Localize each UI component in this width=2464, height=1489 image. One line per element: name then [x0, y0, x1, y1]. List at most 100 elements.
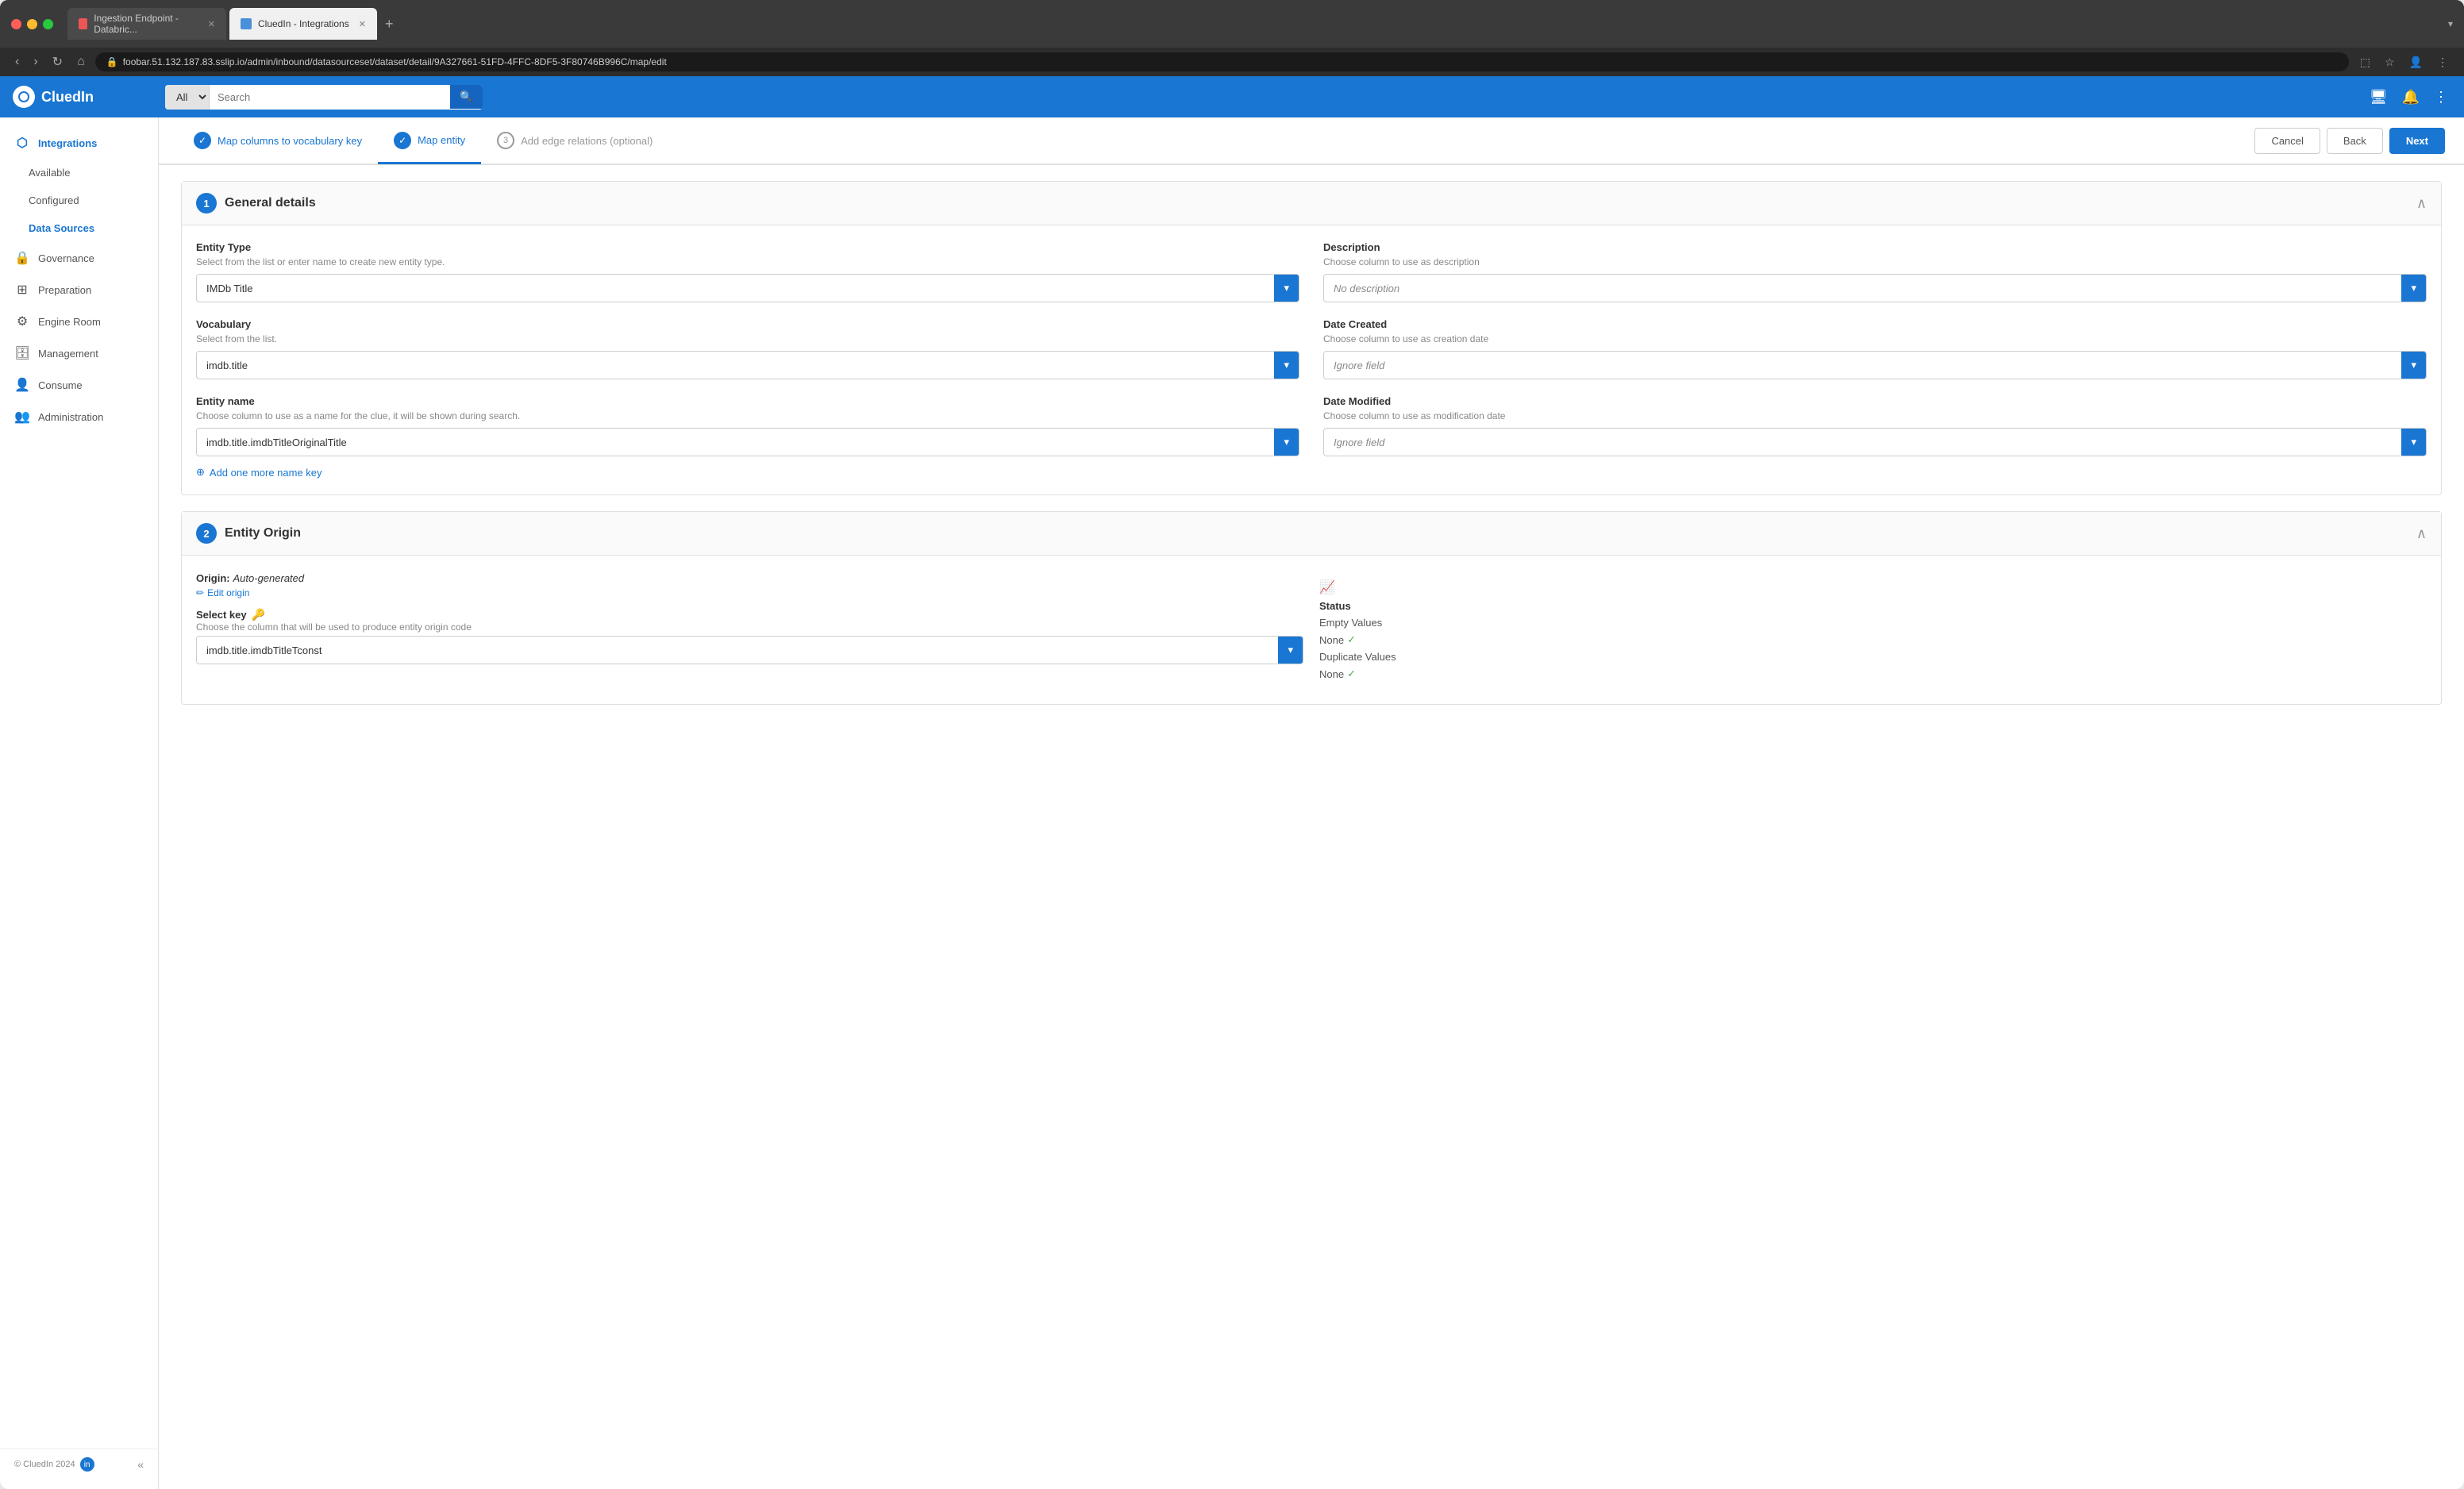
entity-type-chevron[interactable]: ▾ — [1274, 275, 1299, 302]
forward-button[interactable]: › — [29, 53, 41, 71]
date-created-hint: Choose column to use as creation date — [1323, 333, 2427, 344]
empty-values-text: None — [1319, 634, 1344, 646]
home-button[interactable]: ⌂ — [73, 53, 89, 71]
date-created-chevron[interactable]: ▾ — [2401, 352, 2426, 379]
add-icon: ⊕ — [196, 466, 205, 479]
sidebar-item-integrations[interactable]: ⬡ Integrations — [0, 127, 158, 159]
origin-right: 📈 Status Empty Values None ✓ Duplicate — [1319, 571, 2427, 688]
entity-name-select[interactable]: imdb.title.imdbTitleOriginalTitle ▾ — [196, 428, 1299, 456]
sidebar-item-preparation[interactable]: ⊞ Preparation — [0, 274, 158, 306]
back-button-wizard[interactable]: Back — [2327, 128, 2383, 154]
step-label-3: Add edge relations (optional) — [521, 135, 653, 147]
search-button[interactable]: 🔍 — [450, 85, 483, 109]
origin-grid: Origin: Auto-generated ✏ Edit origin — [196, 571, 2427, 688]
vocabulary-field: Vocabulary Select from the list. imdb.ti… — [196, 318, 1299, 379]
date-modified-select[interactable]: Ignore field ▾ — [1323, 428, 2427, 456]
url-text: foobar.51.132.187.83.sslip.io/admin/inbo… — [123, 56, 667, 67]
tab-close-2[interactable]: ✕ — [359, 19, 366, 29]
menu-button[interactable]: ⋮ — [2432, 53, 2453, 71]
select-key-chevron[interactable]: ▾ — [1278, 637, 1303, 664]
vocabulary-chevron[interactable]: ▾ — [1274, 352, 1299, 379]
profile-button[interactable]: 👤 — [2404, 53, 2427, 71]
notifications-button[interactable]: 🖥 — [2366, 86, 2391, 109]
app-wrapper: CluedIn All 🔍 🖥 🔔 ⋮ — [0, 76, 2464, 1489]
origin-label: Origin: — [196, 572, 230, 584]
wizard-steps: ✓ Map columns to vocabulary key ✓ Map en… — [159, 117, 2464, 165]
sidebar-item-label-administration: Administration — [38, 411, 103, 423]
vocabulary-hint: Select from the list. — [196, 333, 1299, 344]
section-collapse-1[interactable]: ∧ — [2416, 195, 2427, 212]
back-button[interactable]: ‹ — [11, 53, 23, 71]
entity-type-select[interactable]: IMDb Title ▾ — [196, 274, 1299, 302]
entity-name-field: Entity name Choose column to use as a na… — [196, 395, 1299, 479]
date-created-select[interactable]: Ignore field ▾ — [1323, 351, 2427, 379]
close-dot[interactable] — [11, 19, 21, 29]
management-icon: 🗄 — [14, 345, 30, 361]
sidebar-item-consume[interactable]: 👤 Consume — [0, 369, 158, 401]
edit-icon: ✏ — [196, 587, 204, 598]
general-details-body: Entity Type Select from the list or ente… — [182, 225, 2441, 494]
search-input[interactable] — [210, 86, 450, 109]
select-key-label: Select key 🔑 — [196, 608, 1303, 621]
maximize-dot[interactable] — [43, 19, 53, 29]
sidebar-item-administration[interactable]: 👥 Administration — [0, 401, 158, 433]
browser-tab-2[interactable]: CluedIn - Integrations ✕ — [229, 8, 377, 40]
sidebar-item-label-available: Available — [29, 167, 71, 179]
description-value: No description — [1324, 276, 2401, 301]
cancel-button[interactable]: Cancel — [2254, 128, 2320, 154]
wizard-actions: Cancel Back Next — [2254, 128, 2445, 154]
date-created-field: Date Created Choose column to use as cre… — [1323, 318, 2427, 379]
vocabulary-select[interactable]: imdb.title ▾ — [196, 351, 1299, 379]
entity-origin-header: 2 Entity Origin ∧ — [182, 512, 2441, 556]
extensions-button[interactable]: ⬚ — [2355, 53, 2375, 71]
sidebar-item-available[interactable]: Available — [0, 159, 158, 187]
minimize-dot[interactable] — [27, 19, 37, 29]
engine-room-icon: ⚙ — [14, 314, 30, 329]
next-button[interactable]: Next — [2389, 128, 2445, 154]
empty-values-label: Empty Values — [1319, 617, 2427, 629]
more-button[interactable]: ⋮ — [2431, 86, 2451, 109]
select-key-value: imdb.title.imdbTitleTconst — [197, 638, 1278, 663]
sidebar-item-label-data-sources: Data Sources — [29, 222, 94, 234]
sidebar-item-governance[interactable]: 🔒 Governance — [0, 242, 158, 274]
key-icon: 🔑 — [252, 608, 265, 621]
address-bar[interactable]: 🔒 foobar.51.132.187.83.sslip.io/admin/in… — [95, 52, 2349, 71]
status-panel: 📈 Status Empty Values None ✓ Duplicate — [1319, 571, 2427, 688]
sidebar-collapse-button[interactable]: « — [137, 1458, 144, 1471]
description-select[interactable]: No description ▾ — [1323, 274, 2427, 302]
date-modified-chevron[interactable]: ▾ — [2401, 429, 2426, 456]
sidebar-item-label-preparation: Preparation — [38, 284, 91, 296]
sidebar-item-data-sources[interactable]: Data Sources — [0, 214, 158, 242]
edit-origin-link[interactable]: ✏ Edit origin — [196, 587, 1303, 598]
description-chevron[interactable]: ▾ — [2401, 275, 2426, 302]
search-dropdown[interactable]: All — [165, 85, 210, 110]
reload-button[interactable]: ↻ — [48, 52, 67, 71]
origin-left: Origin: Auto-generated ✏ Edit origin — [196, 571, 1303, 688]
entity-origin-body: Origin: Auto-generated ✏ Edit origin — [182, 556, 2441, 704]
sidebar-item-engine-room[interactable]: ⚙ Engine Room — [0, 306, 158, 337]
app-topnav: CluedIn All 🔍 🖥 🔔 ⋮ — [0, 76, 2464, 117]
preparation-icon: ⊞ — [14, 282, 30, 298]
browser-tab-1[interactable]: Ingestion Endpoint - Databric... ✕ — [67, 8, 226, 40]
wizard-step-1: ✓ Map columns to vocabulary key — [178, 119, 378, 162]
activity-icon: 📈 — [1319, 579, 2427, 595]
sidebar-item-label-integrations: Integrations — [38, 137, 97, 149]
sidebar-item-management[interactable]: 🗄 Management — [0, 337, 158, 369]
step-circle-3: 3 — [497, 132, 514, 149]
section-collapse-2[interactable]: ∧ — [2416, 525, 2427, 542]
bookmark-button[interactable]: ☆ — [2380, 53, 2400, 71]
tab-close-1[interactable]: ✕ — [208, 19, 215, 29]
select-key-select[interactable]: imdb.title.imdbTitleTconst ▾ — [196, 636, 1303, 664]
entity-type-value: IMDb Title — [197, 276, 1274, 301]
alerts-button[interactable]: 🔔 — [2399, 86, 2423, 109]
sidebar-item-label-configured: Configured — [29, 194, 79, 206]
search-bar: All 🔍 — [165, 85, 483, 110]
sidebar-item-configured[interactable]: Configured — [0, 187, 158, 214]
add-name-key-link[interactable]: ⊕ Add one more name key — [196, 466, 1299, 479]
section-title-2: Entity Origin — [225, 526, 2416, 541]
topnav-actions: 🖥 🔔 ⋮ — [2366, 86, 2451, 109]
entity-name-chevron[interactable]: ▾ — [1274, 429, 1299, 456]
tab-label-2: CluedIn - Integrations — [258, 18, 349, 29]
governance-icon: 🔒 — [14, 250, 30, 266]
new-tab-button[interactable]: + — [380, 8, 398, 40]
